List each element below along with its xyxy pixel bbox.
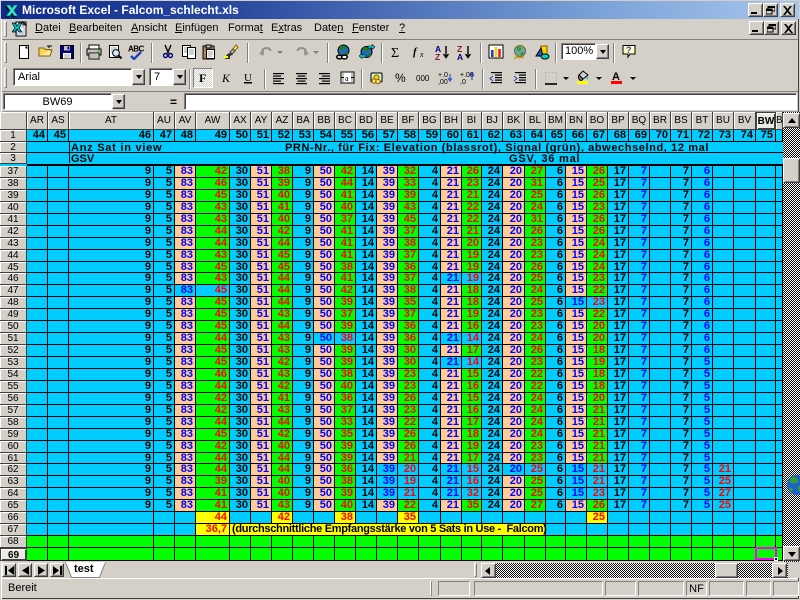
svg-text:f: f [413, 46, 418, 58]
svg-text:,00: ,00 [438, 79, 448, 86]
svg-text:000: 000 [416, 74, 430, 83]
svg-text:+.0: +.0 [438, 72, 448, 79]
svg-text:x: x [419, 50, 424, 59]
svg-text:,0: ,0 [460, 79, 466, 86]
svg-text:a: a [345, 74, 349, 83]
svg-text:F: F [199, 71, 206, 85]
svg-text:U: U [244, 72, 252, 84]
svg-text:Z: Z [435, 52, 440, 60]
svg-text:K: K [221, 71, 231, 85]
svg-text:?: ? [626, 45, 632, 55]
svg-text:Σ: Σ [391, 46, 399, 60]
svg-text:ABC: ABC [128, 45, 144, 54]
svg-text:%: % [395, 71, 406, 85]
svg-text:A: A [457, 52, 463, 60]
